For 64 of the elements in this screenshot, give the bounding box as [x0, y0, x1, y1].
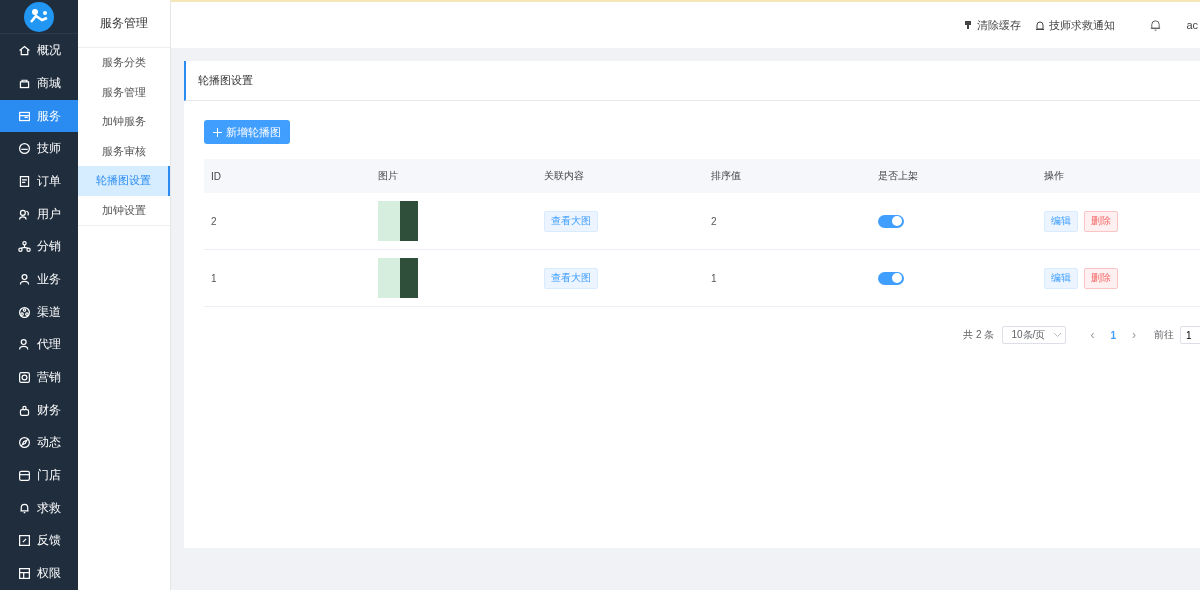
goto-page-field[interactable]: 1	[1180, 326, 1200, 344]
bell-icon[interactable]	[1149, 18, 1163, 32]
nav-item[interactable]: 订单	[0, 165, 78, 198]
header-action[interactable]: 清除缓存	[963, 17, 1022, 33]
nav-icon	[17, 207, 31, 221]
nav-icon	[17, 44, 31, 58]
plus-icon	[213, 127, 222, 137]
chevron-down-icon	[1054, 333, 1062, 337]
nav-icon	[17, 567, 31, 581]
submenu-item[interactable]: 加钟设置	[78, 195, 170, 225]
nav-icon	[17, 174, 31, 188]
submenu-item[interactable]: 加钟服务	[78, 107, 170, 137]
nav-item[interactable]: 财务	[0, 393, 78, 427]
sort-cell: 2	[710, 215, 717, 227]
nav-icon	[17, 338, 31, 352]
nav-item[interactable]: 反馈	[0, 524, 78, 558]
column-header: 排序值	[710, 170, 741, 181]
nav-icon	[17, 403, 31, 417]
nav-item[interactable]: 分销	[0, 230, 78, 264]
submenu-title: 服务管理	[78, 0, 170, 48]
nav-item[interactable]: 动态	[0, 426, 78, 460]
nav-icon	[17, 371, 31, 385]
toggle-switch[interactable]	[877, 214, 904, 228]
column-header: ID	[211, 170, 221, 182]
nav-item[interactable]: 营销	[0, 361, 78, 394]
nav-icon	[17, 436, 31, 450]
nav-icon	[17, 305, 31, 319]
column-header: 图片	[377, 170, 398, 181]
column-header: 是否上架	[877, 170, 918, 181]
goto-label: 前往	[1154, 328, 1174, 342]
total-count: 共 2 条	[963, 328, 995, 342]
nav-icon	[17, 272, 31, 286]
nav-item[interactable]: 用户	[0, 197, 78, 231]
photo-placeholder	[377, 258, 418, 298]
toggle-switch[interactable]	[877, 271, 904, 285]
submenu-item[interactable]: 服务分类	[78, 48, 170, 78]
column-header: 操作	[1044, 170, 1065, 181]
nav-item[interactable]: 商城	[0, 67, 78, 100]
nav-item[interactable]: 概况	[0, 34, 78, 67]
nav-item[interactable]: 代理	[0, 328, 78, 362]
nav-item[interactable]: 门店	[0, 459, 78, 492]
nav-icon	[17, 501, 31, 515]
nav-item[interactable]: 求救	[0, 491, 78, 525]
id-cell: 1	[211, 272, 217, 284]
nav-item[interactable]: 渠道	[0, 295, 78, 329]
nav-icon	[17, 469, 31, 483]
photo-placeholder	[377, 201, 418, 241]
nav-icon	[17, 534, 31, 548]
column-header: 关联内容	[544, 170, 585, 181]
header-action[interactable]: 技师求救通知	[1035, 17, 1116, 33]
nav-icon	[17, 109, 31, 123]
nav-item[interactable]: 权限	[0, 557, 78, 590]
user-name[interactable]: ac	[1186, 19, 1198, 31]
sort-cell: 1	[710, 272, 717, 284]
id-cell: 2	[211, 215, 217, 227]
nav-icon	[17, 142, 31, 156]
nav-item[interactable]: 技师	[0, 132, 78, 166]
nav-icon	[17, 240, 31, 254]
submenu-item[interactable]: 服务审核	[78, 136, 170, 166]
card-title: 轮播图设置	[184, 61, 1200, 101]
submenu-item[interactable]: 服务管理	[78, 77, 170, 107]
logo-icon	[24, 1, 54, 32]
nav-item[interactable]: 业务	[0, 263, 78, 296]
page-size-select[interactable]: 10条/页	[1002, 326, 1067, 344]
